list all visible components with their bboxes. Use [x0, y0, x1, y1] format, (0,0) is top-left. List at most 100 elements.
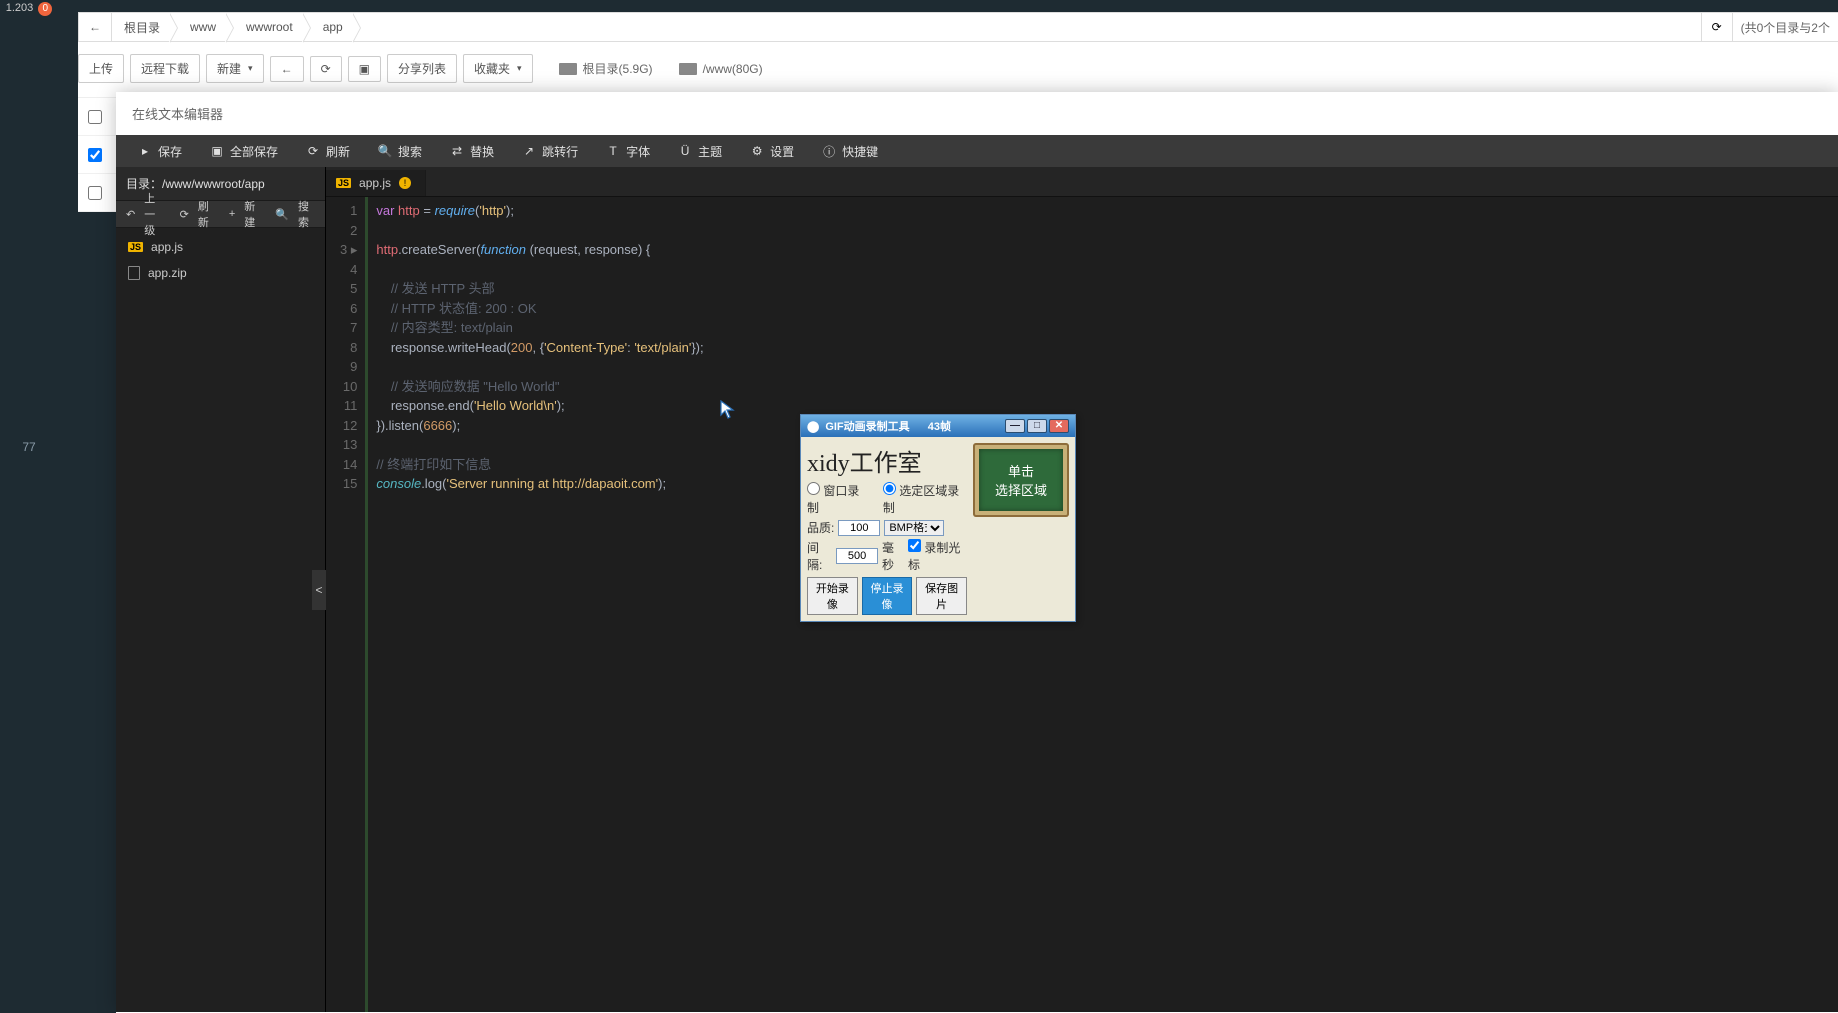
- gear-icon: ⚙: [750, 144, 764, 158]
- breadcrumb-seg-wwwroot[interactable]: wwwroot: [234, 13, 311, 41]
- menu-shortcut[interactable]: ⓘ快捷键: [808, 135, 892, 167]
- tree-search-label: 搜索: [292, 198, 315, 230]
- gif-recorder-window[interactable]: ⬤ GIF动画录制工具 43帧 — □ ✕ xidy工作室 窗口录制 选定区域录…: [800, 414, 1076, 622]
- disk-www-label: /www(80G): [703, 62, 763, 76]
- warning-icon: !: [399, 177, 411, 189]
- tree-file-label: app.zip: [148, 266, 187, 280]
- favorites-button[interactable]: 收藏夹: [463, 54, 533, 83]
- alert-badge[interactable]: 0: [38, 2, 52, 16]
- js-icon: JS: [128, 242, 143, 252]
- breadcrumb-seg-root[interactable]: 根目录: [112, 13, 178, 41]
- menu-save[interactable]: ▸保存: [124, 135, 196, 167]
- stop-record-button[interactable]: 停止录像: [862, 577, 913, 615]
- board-line1: 单击: [1008, 461, 1034, 480]
- refresh-icon: ⟳: [306, 144, 320, 158]
- menu-saveall[interactable]: ▣全部保存: [196, 135, 292, 167]
- disk-icon: [559, 63, 577, 75]
- record-cursor-input[interactable]: [908, 539, 921, 552]
- tree-refresh[interactable]: ⟳ 刷新: [174, 198, 221, 230]
- app-icon: ⬤: [807, 420, 819, 433]
- tab-appjs[interactable]: JS app.js !: [326, 170, 426, 196]
- file-icon: [128, 266, 140, 280]
- code-scroll[interactable]: 123 ▸456789101112131415 var http = requi…: [326, 197, 1838, 1012]
- search-icon: 🔍: [378, 144, 392, 158]
- menu-replace-label: 替换: [470, 143, 494, 160]
- radio-window-record[interactable]: 窗口录制: [807, 482, 868, 516]
- tree-file-label: app.js: [151, 240, 183, 254]
- breadcrumb-back[interactable]: ←: [79, 13, 112, 41]
- disk-www[interactable]: /www(80G): [679, 62, 763, 76]
- close-button[interactable]: ✕: [1049, 419, 1069, 433]
- minimize-button[interactable]: —: [1005, 419, 1025, 433]
- row-checkbox[interactable]: [88, 186, 102, 200]
- radio-window-input[interactable]: [807, 482, 820, 495]
- server-ip: 1.203 0: [0, 0, 58, 16]
- interval-unit: 毫秒: [882, 539, 904, 573]
- gif-titlebar[interactable]: ⬤ GIF动画录制工具 43帧 — □ ✕: [801, 415, 1075, 437]
- interval-input[interactable]: [836, 548, 878, 564]
- gif-preview[interactable]: 单击 选择区域: [973, 443, 1069, 615]
- select-all-checkbox[interactable]: [88, 110, 102, 124]
- start-record-button[interactable]: 开始录像: [807, 577, 858, 615]
- menu-settings-label: 设置: [770, 143, 794, 160]
- maximize-button[interactable]: □: [1027, 419, 1047, 433]
- tree-new-label: 新建: [238, 198, 261, 230]
- fm-toolbar: 上传 远程下载 新建 ← ⟳ ▣ 分享列表 收藏夹 根目录(5.9G) /www…: [78, 42, 1838, 98]
- code-lines[interactable]: var http = require('http');http.createSe…: [368, 197, 703, 1012]
- upload-button[interactable]: 上传: [78, 54, 124, 83]
- menu-search[interactable]: 🔍 搜索: [364, 135, 436, 167]
- disk-root-label: 根目录(5.9G): [583, 60, 653, 77]
- menu-settings[interactable]: ⚙ 设置: [736, 135, 808, 167]
- gif-logo: xidy工作室: [807, 443, 967, 478]
- breadcrumb: ← 根目录 www wwwroot app ⟳ (共0个目录与2个: [78, 12, 1838, 42]
- menu-refresh[interactable]: ⟳ 刷新: [292, 135, 364, 167]
- radio-region-input[interactable]: [883, 482, 896, 495]
- menu-refresh-label: 刷新: [326, 143, 350, 160]
- sidebar-stat: 77: [0, 440, 58, 454]
- editor-tabstrip: JS app.js !: [326, 167, 1838, 197]
- tree-new[interactable]: + 新建: [223, 198, 267, 230]
- menu-search-label: 搜索: [398, 143, 422, 160]
- editor-title: 在线文本编辑器: [116, 92, 1838, 135]
- board-line2: 选择区域: [995, 480, 1047, 499]
- editor-menubar: ▸保存 ▣全部保存 ⟳ 刷新 🔍 搜索 ⇄替换 ↗跳转行 T字体 Ü 主题 ⚙ 设置 ⓘ…: [116, 135, 1838, 167]
- gif-body: xidy工作室 窗口录制 选定区域录制 品质: BMP格式 间隔: 毫秒 录制光…: [801, 437, 1075, 621]
- app-sidebar: 1.203 0 77: [0, 0, 58, 1013]
- save-image-button[interactable]: 保存图片: [916, 577, 967, 615]
- menu-goto[interactable]: ↗跳转行: [508, 135, 592, 167]
- tree-collapse-handle[interactable]: <: [312, 570, 326, 610]
- breadcrumb-seg-app[interactable]: app: [311, 13, 361, 41]
- share-list-button[interactable]: 分享列表: [387, 54, 457, 83]
- menu-font[interactable]: T字体: [592, 135, 664, 167]
- chalkboard-icon: 单击 选择区域: [973, 443, 1069, 517]
- gif-controls: xidy工作室 窗口录制 选定区域录制 品质: BMP格式 间隔: 毫秒 录制光…: [807, 443, 967, 615]
- radio-region-record[interactable]: 选定区域录制: [883, 482, 967, 516]
- tab-label: app.js: [359, 176, 391, 190]
- menu-theme[interactable]: Ü 主题: [664, 135, 736, 167]
- format-select[interactable]: BMP格式: [884, 520, 944, 536]
- quality-input[interactable]: [838, 520, 880, 536]
- tree-search[interactable]: 🔍 搜索: [269, 198, 321, 230]
- menu-save-label: 保存: [158, 143, 182, 160]
- js-icon: JS: [336, 178, 351, 188]
- gif-frame-count: 43帧: [928, 418, 951, 434]
- breadcrumb-count: (共0个目录与2个: [1733, 13, 1838, 41]
- tree-file-appzip[interactable]: app.zip: [116, 260, 325, 286]
- record-cursor-checkbox[interactable]: 录制光标: [908, 539, 967, 573]
- tree-file-appjs[interactable]: JS app.js: [116, 234, 325, 260]
- remote-download-button[interactable]: 远程下载: [130, 54, 200, 83]
- menu-theme-label: 主题: [698, 143, 722, 160]
- back-button[interactable]: ←: [270, 56, 304, 82]
- paste-button[interactable]: ▣: [348, 56, 381, 82]
- breadcrumb-seg-www[interactable]: www: [178, 13, 234, 41]
- menu-replace[interactable]: ⇄替换: [436, 135, 508, 167]
- breadcrumb-refresh[interactable]: ⟳: [1701, 13, 1733, 41]
- refresh-button[interactable]: ⟳: [310, 56, 342, 82]
- info-icon: ⓘ: [822, 144, 836, 158]
- disk-root[interactable]: 根目录(5.9G): [559, 60, 653, 77]
- menu-font-label: 字体: [626, 143, 650, 160]
- row-checkbox[interactable]: [88, 148, 102, 162]
- theme-icon: Ü: [678, 144, 692, 158]
- menu-goto-label: 跳转行: [542, 143, 578, 160]
- new-button[interactable]: 新建: [206, 54, 264, 83]
